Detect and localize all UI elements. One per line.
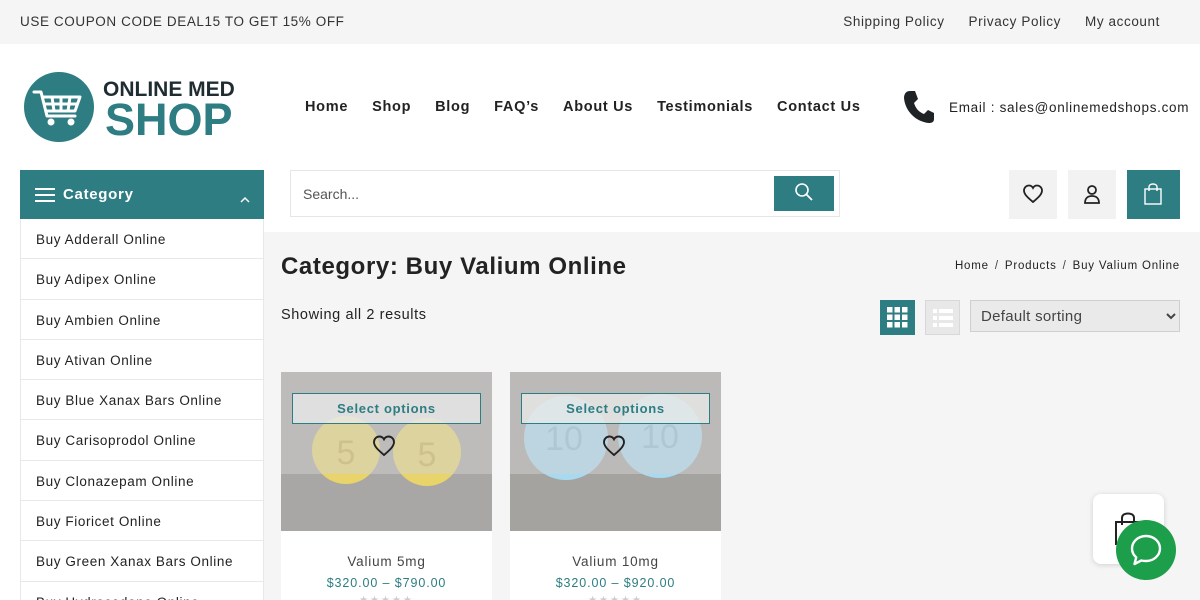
nav-shop[interactable]: Shop [372,99,411,115]
shopping-bag-icon [1144,183,1162,205]
chevron-up-icon [240,191,250,203]
product-image[interactable]: 10 10 Select options [510,372,721,531]
chat-widget-button[interactable] [1116,520,1176,580]
category-item-adipex[interactable]: Buy Adipex Online [21,259,263,300]
coupon-promo: USE COUPON CODE DEAL15 TO GET 15% OFF [20,14,345,29]
privacy-policy-link[interactable]: Privacy Policy [969,14,1061,29]
phone-icon [903,90,935,124]
wishlist-button[interactable] [1009,170,1057,219]
category-menu-toggle[interactable]: Category [20,170,264,219]
shipping-policy-link[interactable]: Shipping Policy [843,14,944,29]
add-to-wishlist-button[interactable] [372,435,396,457]
rating-stars: ★★★★★ [510,595,721,600]
category-item-ambien[interactable]: Buy Ambien Online [21,300,263,340]
logo-line2: SHOP [105,94,233,144]
breadcrumb-current: Buy Valium Online [1072,260,1180,272]
heart-icon [603,435,625,457]
heart-icon [1023,184,1043,204]
product-card[interactable]: 5 5 Select options Valium 5mg $320.00 – … [281,372,492,600]
rating-stars: ★★★★★ [281,595,492,600]
nav-testimonials[interactable]: Testimonials [657,99,753,115]
search-icon [795,183,813,201]
category-item-green-xanax[interactable]: Buy Green Xanax Bars Online [21,541,263,582]
contact-email[interactable]: Email : sales@onlinemedshops.com [949,100,1189,115]
user-icon [1084,185,1100,204]
hamburger-icon [35,188,55,202]
product-image[interactable]: 5 5 Select options [281,372,492,531]
product-name[interactable]: Valium 10mg [510,554,721,569]
sort-select[interactable]: Default sorting [970,300,1180,332]
list-view-button[interactable] [925,300,960,335]
select-options-button[interactable]: Select options [292,393,481,424]
product-name[interactable]: Valium 5mg [281,554,492,569]
main-nav: Home Shop Blog FAQ’s About Us Testimonia… [305,99,861,115]
search-button[interactable] [774,176,834,211]
top-links: Shipping Policy Privacy Policy My accoun… [843,14,1160,29]
category-item-clonazepam[interactable]: Buy Clonazepam Online [21,461,263,502]
search-input[interactable] [303,183,763,205]
nav-blog[interactable]: Blog [435,99,470,115]
product-price: $320.00 – $790.00 [326,576,447,590]
product-price: $320.00 – $920.00 [555,576,676,590]
breadcrumb-separator: / [1062,260,1067,272]
category-label: Category [63,186,134,203]
category-item-hydrocodone[interactable]: Buy Hydrocodone Online [21,582,263,600]
category-item-carisoprodol[interactable]: Buy Carisoprodol Online [21,420,263,461]
product-card[interactable]: 10 10 Select options Valium 10mg $320.00… [510,372,721,600]
site-logo[interactable]: ONLINE MED SHOP [22,70,252,145]
add-to-wishlist-button[interactable] [602,435,626,457]
nav-faqs[interactable]: FAQ’s [494,99,539,115]
search-bar [290,170,840,217]
heart-icon [373,435,395,457]
breadcrumb-separator: / [994,260,999,272]
chat-bubble-icon [1130,534,1162,566]
top-bar: USE COUPON CODE DEAL15 TO GET 15% OFF Sh… [0,0,1200,44]
nav-home[interactable]: Home [305,99,348,115]
my-account-link[interactable]: My account [1085,14,1160,29]
nav-contact-us[interactable]: Contact Us [777,99,861,115]
results-count: Showing all 2 results [281,307,427,323]
nav-about-us[interactable]: About Us [563,99,633,115]
grid-icon [887,307,908,328]
breadcrumb: Home / Products / Buy Valium Online [955,260,1180,272]
select-options-button[interactable]: Select options [521,393,710,424]
breadcrumb-products[interactable]: Products [1005,260,1057,272]
category-item-fioricet[interactable]: Buy Fioricet Online [21,501,263,542]
category-list: Buy Adderall Online Buy Adipex Online Bu… [20,219,264,600]
list-icon [933,309,953,327]
cart-button[interactable] [1127,170,1180,219]
account-button[interactable] [1068,170,1116,219]
grid-view-button[interactable] [880,300,915,335]
category-item-ativan[interactable]: Buy Ativan Online [21,340,263,381]
category-item-blue-xanax[interactable]: Buy Blue Xanax Bars Online [21,380,263,421]
category-item-adderall[interactable]: Buy Adderall Online [21,219,263,260]
breadcrumb-home[interactable]: Home [955,260,989,272]
page-title: Category: Buy Valium Online [281,253,627,280]
